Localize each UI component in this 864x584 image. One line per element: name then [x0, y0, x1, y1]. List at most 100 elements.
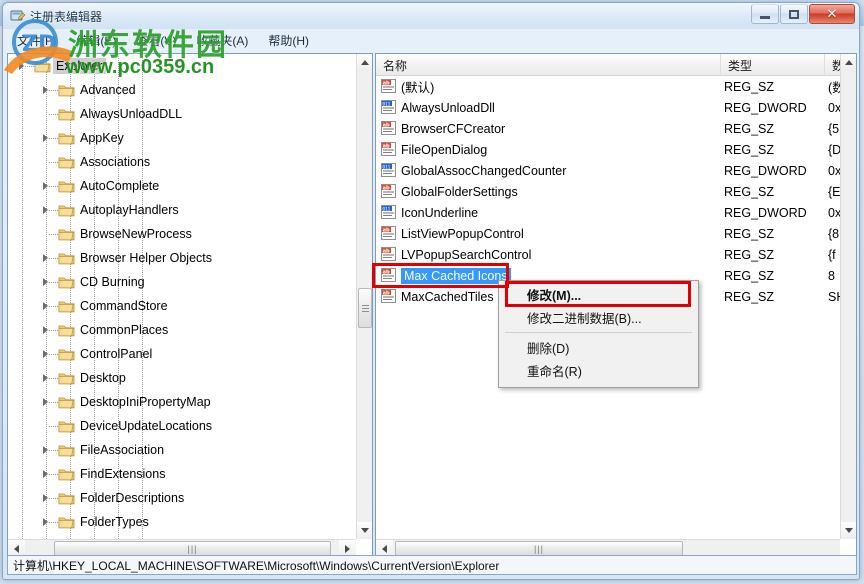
tree-item-desktop[interactable]: Desktop	[8, 366, 356, 390]
value-data: 0x	[828, 163, 840, 178]
value-type: REG_SZ	[724, 142, 775, 157]
list-scroll-up-button[interactable]	[841, 54, 856, 71]
tree-connector	[49, 114, 58, 115]
menu-edit[interactable]: 编辑(E)	[66, 30, 126, 51]
tree-item-label: AutoComplete	[80, 179, 160, 193]
tree-item-advanced[interactable]: Advanced	[8, 78, 356, 102]
tree-vertical-scrollbar[interactable]	[356, 54, 372, 539]
tree-item-label: Explorer	[53, 58, 106, 74]
value-name: BrowserCFCreator	[401, 121, 506, 136]
tree-item-label: FolderTypes	[80, 515, 149, 529]
tree-viewport: Explorer Advanced AlwaysUnloadDLL AppKey Ass…	[8, 54, 356, 539]
context-rename[interactable]: 重命名(R)	[499, 359, 698, 382]
menu-help[interactable]: 帮助(H)	[258, 30, 319, 51]
tree-item-commonplaces[interactable]: CommonPlaces	[8, 318, 356, 342]
menu-view[interactable]: 查看(V)	[126, 30, 186, 51]
tree-connector	[49, 234, 58, 235]
tree-item-browser-helper-objects[interactable]: Browser Helper Objects	[8, 246, 356, 270]
tree-scroll-thumb[interactable]	[358, 288, 372, 328]
value-row[interactable]: 011 GlobalAssocChangedCounter REG_DWORD 0x	[376, 160, 840, 181]
tree-item-findextensions[interactable]: FindExtensions	[8, 462, 356, 486]
tree-item-appkey[interactable]: AppKey	[8, 126, 356, 150]
folder-icon	[58, 85, 75, 97]
tree-item-controlpanel[interactable]: ControlPanel	[8, 342, 356, 366]
list-horizontal-scrollbar[interactable]: |||	[376, 539, 840, 556]
close-button[interactable]: ✕	[809, 4, 855, 24]
tree-item-desktopinipropertymap[interactable]: DesktopIniPropertyMap	[8, 390, 356, 414]
context-modify[interactable]: 修改(M)...	[499, 283, 698, 306]
column-header-name[interactable]: 名称	[376, 54, 721, 75]
svg-text:011: 011	[382, 101, 390, 107]
value-row[interactable]: ab (默认) REG_SZ (数	[376, 76, 840, 97]
status-bar-path: 计算机\HKEY_LOCAL_MACHINE\SOFTWARE\Microsof…	[13, 558, 500, 573]
svg-text:ab: ab	[383, 291, 390, 297]
folder-icon	[58, 181, 75, 193]
value-data: {D	[828, 142, 840, 157]
folder-icon	[58, 421, 75, 433]
tree-scroll-up-button[interactable]	[357, 54, 372, 71]
tree-item-label: AlwaysUnloadDLL	[80, 107, 183, 121]
tree-item-commandstore[interactable]: CommandStore	[8, 294, 356, 318]
value-name-text: Max Cached Icons	[401, 267, 511, 284]
tree-item-foldertypes[interactable]: FolderTypes	[8, 510, 356, 534]
tree-item-label: CommonPlaces	[80, 323, 169, 337]
value-name: AlwaysUnloadDll	[401, 100, 495, 115]
minimize-button[interactable]	[751, 4, 779, 24]
tree-scroll-down-button[interactable]	[357, 522, 372, 539]
folder-icon	[58, 133, 75, 145]
tree-item-explorer[interactable]: Explorer	[8, 54, 356, 78]
tree-item-label: AutoplayHandlers	[80, 203, 179, 217]
tree-item-cd-burning[interactable]: CD Burning	[8, 270, 356, 294]
registry-editor-icon	[10, 10, 26, 21]
window-title: 注册表编辑器	[30, 10, 103, 24]
value-type: REG_SZ	[724, 268, 775, 283]
menu-file[interactable]: 文件(F)	[7, 30, 66, 51]
folder-icon	[58, 253, 75, 265]
panes: Explorer Advanced AlwaysUnloadDLL AppKey Ass…	[7, 53, 857, 557]
tree-hscroll-thumb[interactable]: |||	[54, 541, 331, 556]
list-hscroll-thumb[interactable]: |||	[395, 541, 683, 556]
menu-favorites[interactable]: 收藏夹(A)	[186, 30, 258, 51]
title-bar[interactable]: 注册表编辑器 ✕	[3, 3, 859, 29]
tree-item-alwaysunloaddll[interactable]: AlwaysUnloadDLL	[8, 102, 356, 126]
tree-item-folderdescriptions[interactable]: FolderDescriptions	[8, 486, 356, 510]
list-scroll-down-button[interactable]	[841, 522, 856, 539]
tree-connector	[49, 498, 58, 499]
tree-item-fileassociation[interactable]: FileAssociation	[8, 438, 356, 462]
value-data: (数	[828, 81, 840, 95]
value-row[interactable]: ab FileOpenDialog REG_SZ {D	[376, 139, 840, 160]
tree-item-label: Desktop	[80, 371, 126, 385]
svg-text:ab: ab	[383, 249, 390, 255]
tree-horizontal-scrollbar[interactable]: |||	[8, 539, 356, 556]
context-modify-binary[interactable]: 修改二进制数据(B)...	[499, 306, 698, 329]
list-rows: ab (默认) REG_SZ (数 011 AlwaysUnloadDll REG_DWOR…	[376, 76, 840, 307]
list-vertical-scrollbar[interactable]	[840, 54, 856, 539]
maximize-button[interactable]	[780, 4, 808, 24]
tree-connector	[25, 66, 34, 67]
tree-item-deviceupdatelocations[interactable]: DeviceUpdateLocations	[8, 414, 356, 438]
value-row[interactable]: ab BrowserCFCreator REG_SZ {5	[376, 118, 840, 139]
value-type: REG_DWORD	[724, 100, 807, 115]
value-row[interactable]: ab GlobalFolderSettings REG_SZ {E	[376, 181, 840, 202]
tree-item-label: CD Burning	[80, 275, 145, 289]
value-name: IconUnderline	[401, 205, 479, 220]
value-name: MaxCachedTiles	[401, 289, 494, 304]
tree-item-associations[interactable]: Associations	[8, 150, 356, 174]
tree-item-label: DeviceUpdateLocations	[80, 419, 213, 433]
column-header-type[interactable]: 类型	[721, 54, 825, 75]
tree-item-browsenewprocess[interactable]: BrowseNewProcess	[8, 222, 356, 246]
folder-icon	[58, 349, 75, 361]
tree-connector	[49, 450, 58, 451]
folder-icon	[58, 493, 75, 505]
tree-item-autocomplete[interactable]: AutoComplete	[8, 174, 356, 198]
value-name: Max Cached Icons	[401, 267, 511, 284]
status-bar: 计算机\HKEY_LOCAL_MACHINE\SOFTWARE\Microsof…	[7, 555, 857, 575]
value-row[interactable]: 011 AlwaysUnloadDll REG_DWORD 0x	[376, 97, 840, 118]
string-value-icon: ab	[381, 121, 396, 135]
value-row[interactable]: ab LVPopupSearchControl REG_SZ {f	[376, 244, 840, 265]
context-delete[interactable]: 删除(D)	[499, 336, 698, 359]
folder-icon	[58, 301, 75, 313]
tree-item-autoplayhandlers[interactable]: AutoplayHandlers	[8, 198, 356, 222]
value-row[interactable]: ab ListViewPopupControl REG_SZ {8	[376, 223, 840, 244]
value-row[interactable]: 011 IconUnderline REG_DWORD 0x	[376, 202, 840, 223]
